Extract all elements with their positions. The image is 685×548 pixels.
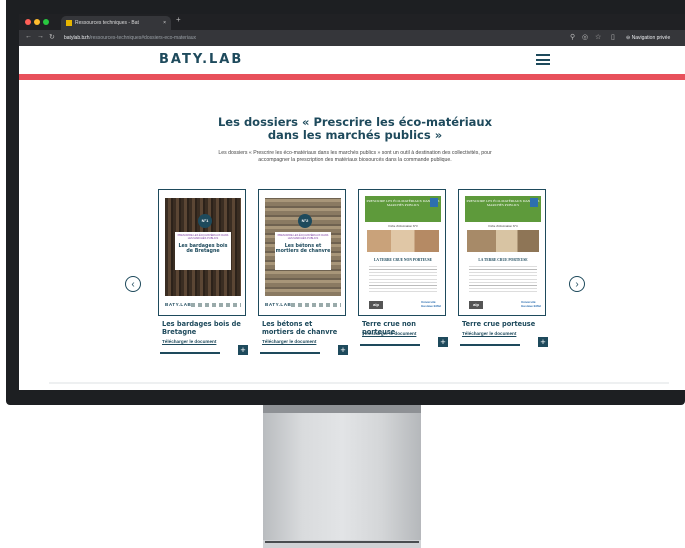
cover-header-text: PRESCRIRE LES ÉCO-MATÉRIAUX DANS LES MAR…	[366, 199, 440, 208]
address-bar[interactable]: batylab.bzh/ressources-techniques#dossie…	[64, 35, 196, 41]
plus-button[interactable]: +	[238, 345, 248, 355]
download-link[interactable]: Télécharger le document	[162, 339, 216, 344]
dossier-title[interactable]: Terre crue porteuse	[462, 320, 546, 329]
monitor-stand	[263, 405, 421, 548]
side-panel-icon[interactable]: ▯	[611, 33, 615, 41]
new-tab-button[interactable]: +	[176, 15, 181, 24]
cover-header-text: PRESCRIRE LES ÉCO-MATÉRIAUX DANS LES MAR…	[466, 199, 540, 208]
cover-photo	[367, 230, 439, 252]
cover-corner-logo	[430, 198, 438, 207]
dossier-title[interactable]: Les bétons et mortiers de chanvre	[262, 320, 346, 336]
card-divider	[360, 344, 420, 346]
dossier-cover-image[interactable]: N°2 PRESCRIRE LES ÉCO-MATÉRIAUX DANS LES…	[258, 189, 346, 316]
card-divider	[260, 352, 320, 354]
url-host: batylab.bzh	[64, 35, 90, 41]
cover-header: PRESCRIRE LES ÉCO-MATÉRIAUX DANS LES MAR…	[365, 196, 441, 222]
close-tab-icon[interactable]: ×	[163, 16, 166, 30]
monitor-screen: Ressources techniques - Bat × + ← → ↻ ba…	[19, 14, 685, 390]
hamburger-menu-icon[interactable]	[536, 54, 550, 65]
incognito-label: Navigation privée	[631, 35, 671, 41]
favicon-icon	[66, 20, 72, 26]
url-path: /ressources-techniques#dossiers-eco-mate…	[89, 35, 197, 41]
cover-footer-logo: BATY.LAB	[165, 302, 192, 307]
download-link[interactable]: Télécharger le document	[362, 331, 416, 336]
cover-title: Les bardages bois de Bretagne	[178, 244, 228, 255]
cover-footer-logo: BATY.LAB	[265, 302, 292, 307]
cover-photo	[467, 230, 539, 252]
site-header: BATY.LAB	[19, 46, 685, 74]
page-heading: Les dossiers « Prescrire les éco-matéria…	[217, 115, 493, 142]
cover-corner-logo	[530, 198, 538, 207]
cover-table-of-contents	[369, 266, 437, 294]
download-link[interactable]: Télécharger le document	[262, 339, 316, 344]
close-window-icon[interactable]	[25, 19, 31, 25]
address-toolbar: ← → ↻ batylab.bzh/ressources-techniques#…	[19, 30, 685, 46]
dossier-cover-image[interactable]: PRESCRIRE LES ÉCO-MATÉRIAUX DANS LES MAR…	[458, 189, 546, 316]
browser-tab-bar: Ressources techniques - Bat × +	[19, 14, 685, 30]
header-accent-bar	[19, 74, 685, 80]
incognito-indicator[interactable]: ⊖ Navigation privée	[626, 35, 670, 41]
download-link[interactable]: Télécharger le document	[462, 331, 516, 336]
site-logo[interactable]: BATY.LAB	[159, 52, 243, 67]
plus-button[interactable]: +	[338, 345, 348, 355]
carousel-prev-button[interactable]: ‹	[125, 276, 141, 292]
plus-button[interactable]: +	[538, 337, 548, 347]
cover-partner-logos	[291, 303, 341, 307]
stand-neck-shadow	[263, 405, 421, 413]
carousel-next-button[interactable]: ›	[569, 276, 585, 292]
alp-logo: alp	[369, 301, 383, 309]
search-icon[interactable]: ⚲	[570, 33, 575, 41]
dossier-cover-image[interactable]: PRESCRIRE LES ÉCO-MATÉRIAUX DANS LES MAR…	[358, 189, 446, 316]
monitor-bezel: Ressources techniques - Bat × + ← → ↻ ba…	[6, 0, 685, 405]
back-icon[interactable]: ←	[25, 33, 32, 40]
photo-background: Ressources techniques - Bat × + ← → ↻ ba…	[0, 0, 685, 548]
cover-partner-logos: alp Université Gustave Eiffel	[465, 300, 541, 310]
cover-kicker: PRESCRIRE LES ÉCO-MATÉRIAUX DANS LES MAR…	[277, 234, 329, 241]
dossier-cover-image[interactable]: N°1 PRESCRIRE LES ÉCO-MATÉRIAUX DANS LES…	[158, 189, 246, 316]
website-viewport: BATY.LAB Les dossiers « Prescrire les éc…	[19, 46, 685, 390]
eye-off-icon[interactable]: ◎	[582, 33, 588, 41]
page-intro: Les dossiers « Prescrire les éco-matéria…	[218, 150, 492, 163]
cover-title: LA TERRE CRUE NON PORTEUSE	[373, 258, 433, 262]
cover-title-box: PRESCRIRE LES ÉCO-MATÉRIAUX DANS LES MAR…	[275, 232, 331, 270]
tab-title: Ressources techniques - Bat	[75, 20, 139, 26]
cover-number-badge: N°2	[298, 214, 312, 228]
reload-icon[interactable]: ↻	[49, 33, 55, 41]
cover-title: LA TERRE CRUE PORTEUSE	[478, 258, 528, 262]
forward-icon[interactable]: →	[37, 33, 44, 40]
section-divider	[49, 382, 669, 384]
cover-kicker: PRESCRIRE LES ÉCO-MATÉRIAUX DANS LES MAR…	[177, 234, 229, 241]
dossier-title[interactable]: Les bardages bois de Bretagne	[162, 320, 246, 336]
cover-fiche-number: Fiche d'information N°4	[488, 224, 518, 228]
cover-partner-logos	[191, 303, 241, 307]
cover-table-of-contents	[469, 266, 537, 294]
cover-title: Les bétons et mortiers de chanvre	[275, 244, 331, 255]
maximize-window-icon[interactable]	[43, 19, 49, 25]
cover-partner-logos: alp Université Gustave Eiffel	[365, 300, 441, 310]
base-slot	[265, 541, 419, 543]
plus-button[interactable]: +	[438, 337, 448, 347]
cover-number-badge: N°1	[198, 214, 212, 228]
university-logo: Université Gustave Eiffel	[521, 300, 542, 308]
alp-logo: alp	[469, 301, 483, 309]
cover-fiche-number: Fiche d'information N°3	[388, 224, 418, 228]
star-icon[interactable]: ☆	[595, 33, 601, 41]
browser-tab[interactable]: Ressources techniques - Bat ×	[61, 16, 171, 30]
cover-title-box: PRESCRIRE LES ÉCO-MATÉRIAUX DANS LES MAR…	[175, 232, 231, 270]
card-divider	[160, 352, 220, 354]
cover-header: PRESCRIRE LES ÉCO-MATÉRIAUX DANS LES MAR…	[465, 196, 541, 222]
card-divider	[460, 344, 520, 346]
minimize-window-icon[interactable]	[34, 19, 40, 25]
university-logo: Université Gustave Eiffel	[421, 300, 442, 308]
